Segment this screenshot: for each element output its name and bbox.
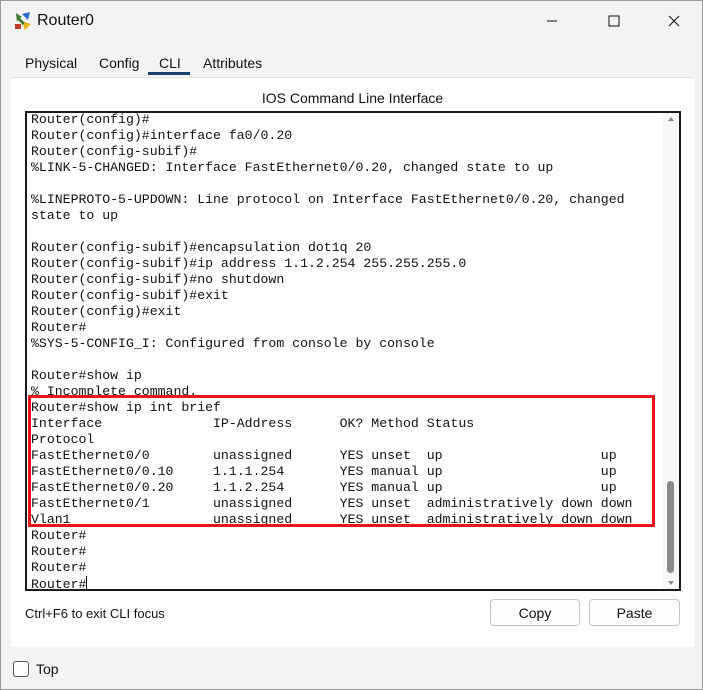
scroll-up-icon[interactable] <box>667 115 675 123</box>
terminal-line: Router(config-subif)#no shutdown <box>31 272 285 287</box>
close-button[interactable] <box>651 5 697 37</box>
terminal-line: Router(config-subif)#encapsulation dot1q… <box>31 240 372 255</box>
terminal-line: Router#show ip <box>31 368 142 383</box>
terminal-line: Router# <box>31 544 87 559</box>
terminal-line: %LINEPROTO-5-UPDOWN: Line protocol on In… <box>31 192 625 207</box>
maximize-button[interactable] <box>591 5 637 37</box>
terminal-line: % Incomplete command. <box>31 384 198 399</box>
terminal-line: Router# <box>31 576 88 591</box>
router-icon <box>13 11 33 31</box>
title-bar[interactable]: Router0 <box>1 1 702 41</box>
tab-attributes[interactable]: Attributes <box>197 51 268 75</box>
cli-panel: IOS Command Line Interface Router(config… <box>11 77 694 647</box>
terminal-line: %LINK-5-CHANGED: Interface FastEthernet0… <box>31 160 554 175</box>
terminal-line: Interface IP-Address OK? Method Status <box>31 416 475 431</box>
terminal-line: Router# <box>31 320 87 335</box>
text-cursor <box>86 576 88 589</box>
terminal-output[interactable]: Router(config)# Router(config)#interface … <box>31 112 659 591</box>
terminal-line: Router#show ip int brief <box>31 400 221 415</box>
copy-button[interactable]: Copy <box>490 599 580 626</box>
terminal-line: FastEthernet0/0.10 1.1.1.254 YES manual … <box>31 464 617 479</box>
footer: Top <box>1 649 702 689</box>
active-tab-indicator <box>148 72 190 75</box>
terminal-line: %SYS-5-CONFIG_I: Configured from console… <box>31 336 435 351</box>
terminal-line: state to up <box>31 208 119 223</box>
exit-focus-hint: Ctrl+F6 to exit CLI focus <box>25 606 165 621</box>
tab-bar: Physical Config CLI Attributes <box>1 41 702 79</box>
paste-button[interactable]: Paste <box>589 599 680 626</box>
terminal-line: Router(config)#exit <box>31 304 182 319</box>
terminal-line: Router(config)#interface fa0/0.20 <box>31 128 293 143</box>
router-window: Router0 Physical Config CLI Attributes I… <box>0 0 703 690</box>
terminal-line: FastEthernet0/0.20 1.1.2.254 YES manual … <box>31 480 617 495</box>
maximize-icon <box>608 15 620 27</box>
panel-title: IOS Command Line Interface <box>261 90 444 106</box>
terminal-line: Router(config)# <box>31 112 150 127</box>
tab-config[interactable]: Config <box>93 51 145 75</box>
top-checkbox[interactable] <box>13 661 29 677</box>
terminal-line: Router# <box>31 560 87 575</box>
scroll-down-icon[interactable] <box>667 579 675 587</box>
window-title: Router0 <box>37 12 94 29</box>
top-label: Top <box>36 661 59 677</box>
terminal-line: Router(config-subif)#exit <box>31 288 229 303</box>
terminal-line: Router(config-subif)# <box>31 144 198 159</box>
terminal-line: FastEthernet0/0 unassigned YES unset up … <box>31 448 617 463</box>
terminal-scrollbar[interactable] <box>663 113 679 589</box>
close-icon <box>668 15 680 27</box>
minimize-icon <box>547 20 557 22</box>
terminal-line: Router# <box>31 528 87 543</box>
cli-terminal[interactable]: Router(config)# Router(config)#interface … <box>25 111 681 591</box>
terminal-line: Vlan1 unassigned YES unset administrativ… <box>31 512 633 527</box>
scroll-thumb[interactable] <box>667 481 674 573</box>
terminal-line: Protocol <box>31 432 95 447</box>
tab-physical[interactable]: Physical <box>19 51 83 75</box>
terminal-line: Router(config-subif)#ip address 1.1.2.25… <box>31 256 467 271</box>
minimize-button[interactable] <box>529 5 575 37</box>
terminal-line: FastEthernet0/1 unassigned YES unset adm… <box>31 496 633 511</box>
